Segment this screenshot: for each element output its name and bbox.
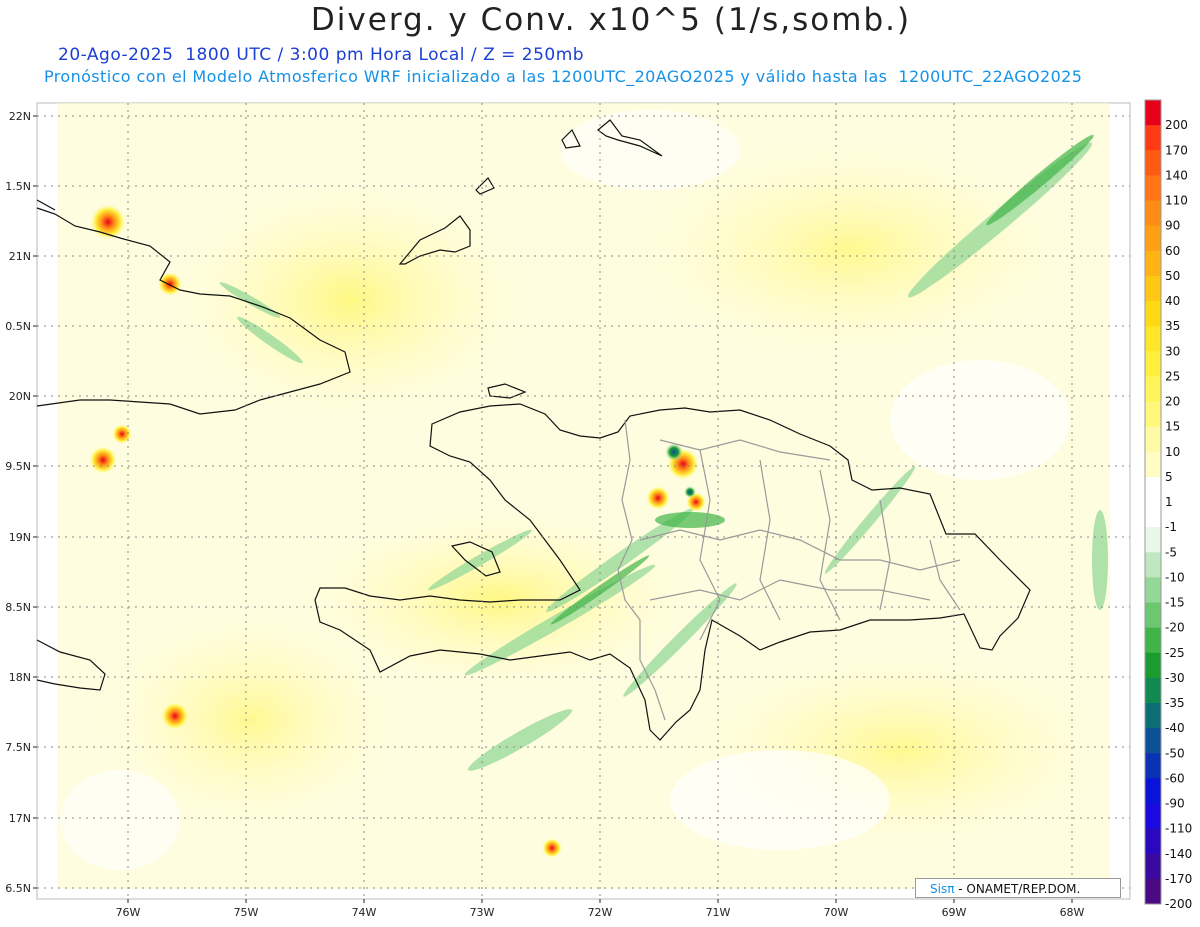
credit-text: - ONAMET/REP.DOM. [958, 882, 1081, 896]
colorbar-swatch [1145, 552, 1161, 578]
colorbar-swatch [1145, 376, 1161, 402]
colorbar-swatch [1145, 175, 1161, 201]
colorbar-swatch [1145, 853, 1161, 880]
lat-label: 9.5N [5, 460, 31, 473]
lon-label: 73W [470, 906, 495, 919]
colorbar-label: 15 [1165, 420, 1180, 434]
lat-label: 8.5N [5, 601, 31, 614]
colorbar-swatch [1145, 677, 1161, 704]
colorbar-swatch [1145, 878, 1161, 905]
colorbar-swatch [1145, 476, 1161, 503]
lat-label: 21N [9, 250, 31, 263]
colorbar-label: -30 [1165, 671, 1185, 685]
colorbar-label: -50 [1165, 746, 1185, 760]
colorbar-label: 110 [1165, 194, 1188, 208]
forecast-info-line: Pronóstico con el Modelo Atmosferico WRF… [44, 67, 1083, 86]
colorbar-label: -5 [1165, 545, 1177, 559]
divergence-field [57, 103, 1110, 889]
colorbar-label: -60 [1165, 771, 1185, 785]
colorbar-label: 5 [1165, 470, 1173, 484]
colorbar-swatch [1145, 200, 1161, 227]
colorbar-label: -25 [1165, 646, 1185, 660]
colorbar-label: 30 [1165, 344, 1180, 358]
map-title: Diverg. y Conv. x10^5 (1/s,somb.) [310, 2, 912, 38]
lat-label: 19N [9, 531, 31, 544]
colorbar-label: 10 [1165, 445, 1180, 459]
colorbar-label: 50 [1165, 269, 1180, 283]
lon-label: 69W [942, 906, 967, 919]
colorbar-label: -1 [1165, 520, 1177, 534]
colorbar-label: 35 [1165, 319, 1180, 333]
lon-label: 75W [234, 906, 259, 919]
colorbar-label: -15 [1165, 596, 1185, 610]
colorbar-swatch [1145, 301, 1161, 327]
colorbar-swatch [1145, 602, 1161, 629]
lon-axis: 76W 75W 74W 73W 72W 71W 70W 69W 68W [116, 899, 1085, 919]
lon-label: 74W [352, 906, 377, 919]
colorbar-label: 140 [1165, 168, 1188, 182]
colorbar-swatch [1145, 703, 1161, 729]
lon-label: 76W [116, 906, 141, 919]
colorbar-swatch [1145, 100, 1161, 126]
colorbar-label: -200 [1165, 897, 1192, 911]
colorbar-swatch [1145, 728, 1161, 754]
colorbar-label: 60 [1165, 244, 1180, 258]
lon-label: 71W [706, 906, 731, 919]
colorbar-label: -40 [1165, 721, 1185, 735]
colorbar-swatch [1145, 150, 1161, 176]
forecast-map: 22N 1.5N 21N 0.5N 20N 9.5N 19N 8.5N 18N … [5, 99, 1192, 919]
colorbar-swatch [1145, 753, 1161, 779]
colorbar-swatch [1145, 326, 1161, 352]
lon-label: 72W [588, 906, 613, 919]
lat-label: 17N [9, 812, 31, 825]
colorbar-swatch [1145, 778, 1161, 804]
colorbar-label: 1 [1165, 495, 1173, 509]
credit-box: Sisπ - ONAMET/REP.DOM. [915, 878, 1121, 898]
colorbar-swatch [1145, 652, 1161, 679]
colorbar-label: -10 [1165, 570, 1185, 584]
colorbar-label: 40 [1165, 294, 1180, 308]
colorbar-swatch [1145, 275, 1161, 302]
colorbar-label: 25 [1165, 369, 1180, 383]
lon-label: 68W [1060, 906, 1085, 919]
lon-label: 70W [824, 906, 849, 919]
colorbar-swatch [1145, 502, 1161, 528]
lat-label: 18N [9, 671, 31, 684]
colorbar-swatch [1145, 351, 1161, 377]
colorbar-label: -35 [1165, 696, 1185, 710]
colorbar-swatch [1145, 577, 1161, 603]
colorbar-swatch [1145, 828, 1161, 855]
colorbar-label: 200 [1165, 118, 1188, 132]
lat-label: 6.5N [5, 882, 31, 895]
colorbar-swatch [1145, 627, 1161, 654]
colorbar-label: -170 [1165, 872, 1192, 886]
colorbar-swatch [1145, 401, 1161, 428]
colorbar-label: 20 [1165, 395, 1180, 409]
colorbar-label: 90 [1165, 219, 1180, 233]
colorbar-label: -20 [1165, 621, 1185, 635]
colorbar-swatch [1145, 451, 1161, 478]
colorbar-swatch [1145, 125, 1161, 151]
colorbar-swatch [1145, 426, 1161, 453]
colorbar-swatch [1145, 225, 1161, 252]
colorbar-label: -110 [1165, 822, 1192, 836]
colorbar-label: -90 [1165, 797, 1185, 811]
colorbar-swatch [1145, 250, 1161, 277]
colorbar-swatch [1145, 527, 1161, 553]
lat-axis: 22N 1.5N 21N 0.5N 20N 9.5N 19N 8.5N 18N … [5, 110, 37, 895]
colorbar-label: -140 [1165, 847, 1192, 861]
valid-time-line: 20-Ago-2025 1800 UTC / 3:00 pm Hora Loca… [58, 45, 585, 65]
lat-label: 7.5N [5, 741, 31, 754]
colorbar: 200 170 140 110 90 60 50 40 35 30 25 20 15 10 5 1 -1 -5 -1… [1144, 99, 1192, 911]
colorbar-swatch [1145, 803, 1161, 830]
lat-label: 1.5N [5, 180, 31, 193]
lat-label: 22N [9, 110, 31, 123]
sispi-logo: Sisπ [930, 882, 955, 896]
lat-label: 20N [9, 390, 31, 403]
colorbar-label: 170 [1165, 143, 1188, 157]
lat-label: 0.5N [5, 320, 31, 333]
